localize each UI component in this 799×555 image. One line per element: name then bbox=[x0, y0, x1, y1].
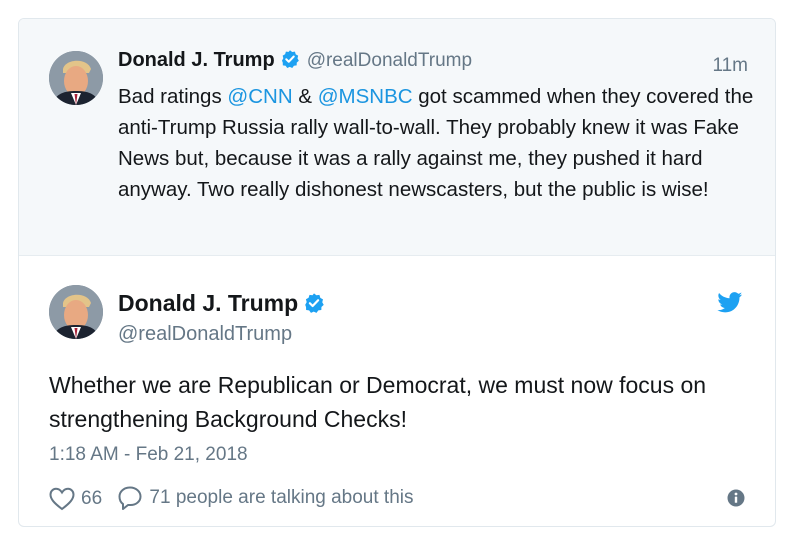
quoted-tweet-text: Bad ratings @CNN & @MSNBC got scammed wh… bbox=[118, 81, 758, 205]
heart-icon bbox=[49, 487, 75, 511]
quoted-tweet-time[interactable]: 11m bbox=[712, 55, 748, 77]
info-icon[interactable] bbox=[727, 489, 745, 507]
tweet-text: Whether we are Republican or Democrat, w… bbox=[49, 372, 707, 432]
quoted-author-avatar[interactable] bbox=[49, 51, 103, 105]
tweet-actions: 66 71 people are talking about this bbox=[49, 485, 424, 511]
like-button[interactable]: 66 bbox=[49, 487, 102, 511]
verified-badge-icon bbox=[303, 292, 325, 319]
quoted-text-part: & bbox=[292, 85, 318, 108]
quoted-tweet-header: Donald J. Trump @realDonaldTrump 11m bbox=[118, 49, 748, 77]
tweet-timestamp[interactable]: 1:18 AM - Feb 21, 2018 bbox=[49, 444, 248, 466]
tweet-header: Donald J. Trump @realDonaldTrump bbox=[118, 290, 325, 346]
twitter-bird-icon[interactable] bbox=[717, 292, 743, 313]
speech-bubble-icon bbox=[118, 486, 142, 510]
quoted-author-handle[interactable]: @realDonaldTrump bbox=[307, 50, 472, 71]
mention-link-msnbc[interactable]: @MSNBC bbox=[318, 85, 413, 108]
reply-conversation-link[interactable]: 71 people are talking about this bbox=[117, 485, 414, 511]
author-name[interactable]: Donald J. Trump bbox=[118, 290, 298, 316]
like-count: 66 bbox=[81, 488, 103, 509]
quoted-text-part: Bad ratings bbox=[118, 85, 228, 108]
talking-count-text: 71 people are talking about this bbox=[149, 487, 414, 508]
tweet-embed-card: Donald J. Trump @realDonaldTrump 11m Bad … bbox=[18, 18, 776, 527]
author-handle[interactable]: @realDonaldTrump bbox=[118, 323, 325, 346]
author-avatar[interactable] bbox=[49, 285, 103, 339]
verified-badge-icon bbox=[280, 49, 300, 74]
mention-link-cnn[interactable]: @CNN bbox=[227, 85, 292, 108]
quoted-tweet[interactable]: Donald J. Trump @realDonaldTrump 11m Bad … bbox=[19, 19, 775, 256]
quoted-author-name[interactable]: Donald J. Trump bbox=[118, 49, 275, 71]
